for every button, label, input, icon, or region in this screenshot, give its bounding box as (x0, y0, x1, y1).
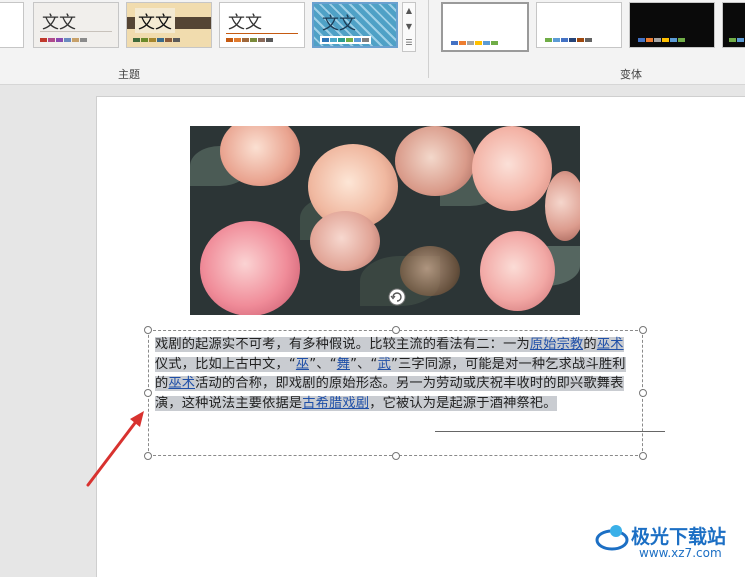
theme-gallery-scroll[interactable]: ▲ ▼ ☰ (402, 2, 416, 52)
theme-sample-text: 文文 (42, 13, 76, 33)
theme-thumb-2[interactable]: 文文 (126, 2, 212, 48)
gallery-expand-icon[interactable]: ☰ (403, 35, 415, 51)
hyperlink[interactable]: 原始宗教 (529, 337, 584, 352)
theme-thumb-partial[interactable] (0, 2, 24, 48)
theme-sample-text: 文文 (322, 14, 356, 34)
hyperlink[interactable]: 古希腊戏剧 (302, 395, 370, 411)
text-run: ，它被认为是起源于酒神祭祀。 (369, 395, 557, 411)
theme-thumb-4[interactable]: 文文 (312, 2, 398, 48)
theme-sample-text: 文文 (135, 8, 175, 33)
themes-group-label: 主题 (118, 68, 140, 81)
watermark-name: 极光下载站 (631, 526, 727, 548)
variant-thumb-3[interactable] (629, 2, 715, 48)
text-run: 的 (583, 337, 597, 352)
theme-sample-text: 文文 (228, 13, 262, 33)
variant-thumb-2[interactable] (536, 2, 622, 48)
text-run: ”、“ (350, 356, 378, 372)
resize-handle-top[interactable] (392, 326, 400, 334)
text-run: 戏剧的起源实不可考，有多种假说。比较主流的看法有二：一为 (155, 337, 530, 352)
resize-handle-top-right[interactable] (639, 326, 647, 334)
resize-handle-bottom[interactable] (392, 452, 400, 460)
design-ribbon: 文文 文文 文文 文文 ▲ ▼ ☰ 主题 变体 (0, 0, 745, 85)
hyperlink[interactable]: 巫术 (596, 337, 624, 352)
ribbon-separator (428, 0, 429, 78)
scroll-down-icon[interactable]: ▼ (403, 19, 415, 35)
underline-rule (435, 431, 665, 432)
resize-handle-left[interactable] (144, 389, 152, 397)
theme-thumb-3[interactable]: 文文 (219, 2, 305, 48)
site-logo-icon (595, 525, 629, 551)
resize-handle-right[interactable] (639, 389, 647, 397)
theme-thumb-1[interactable]: 文文 (33, 2, 119, 48)
annotation-arrow-icon (86, 411, 144, 487)
rose-photo[interactable] (190, 126, 580, 315)
text-run: ”、“ (309, 356, 337, 372)
hyperlink[interactable]: 舞 (336, 356, 351, 372)
hyperlink[interactable]: 巫术 (168, 376, 196, 392)
text-run: 仪式，比如上古中文，“ (155, 356, 296, 372)
scroll-up-icon[interactable]: ▲ (403, 3, 415, 19)
canvas-margin (0, 85, 96, 572)
variant-thumb-1[interactable] (441, 2, 529, 52)
variant-thumb-4[interactable] (722, 2, 745, 48)
hyperlink[interactable]: 武 (377, 356, 391, 372)
resize-handle-bottom-right[interactable] (639, 452, 647, 460)
resize-handle-top-left[interactable] (144, 326, 152, 334)
rotate-handle-icon[interactable] (388, 288, 406, 306)
hyperlink[interactable]: 巫 (295, 356, 310, 372)
watermark-url: www.xz7.com (639, 546, 722, 560)
watermark: 极光下载站 www.xz7.com (595, 520, 726, 560)
slide-body-text[interactable]: 戏剧的起源实不可考，有多种假说。比较主流的看法有二：一为原始宗教的巫术仪式，比如… (155, 335, 635, 413)
variants-group-label: 变体 (620, 68, 642, 81)
